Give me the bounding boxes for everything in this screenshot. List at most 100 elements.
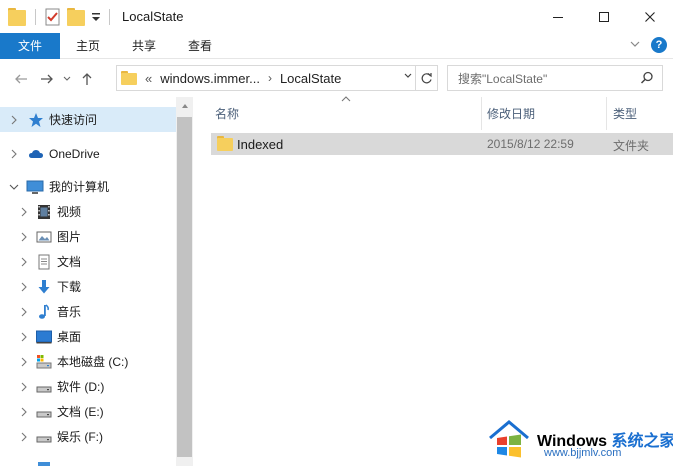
toolbar-divider bbox=[109, 8, 110, 25]
chevron-right-icon[interactable] bbox=[18, 256, 30, 268]
breadcrumb-segment[interactable]: LocalState bbox=[280, 71, 341, 86]
video-icon bbox=[36, 204, 52, 220]
documents-icon bbox=[36, 254, 52, 270]
download-icon bbox=[36, 279, 52, 295]
desktop-icon bbox=[36, 329, 52, 345]
nav-item-label: 图片 bbox=[57, 230, 82, 244]
column-divider[interactable] bbox=[481, 97, 482, 130]
network-icon bbox=[36, 456, 52, 466]
back-button[interactable] bbox=[8, 66, 34, 92]
nav-item-label: 视频 bbox=[57, 205, 82, 219]
chevron-right-icon[interactable] bbox=[18, 331, 30, 343]
chevron-right-icon[interactable] bbox=[18, 431, 30, 443]
column-header-name[interactable]: 名称 bbox=[215, 97, 477, 130]
nav-item-drive-f[interactable]: 娱乐 (F:) bbox=[0, 424, 176, 449]
nav-item-drive-c[interactable]: 本地磁盘 (C:) bbox=[0, 349, 176, 374]
tab-file[interactable]: 文件 bbox=[0, 32, 60, 59]
nav-item-drive-e[interactable]: 文档 (E:) bbox=[0, 399, 176, 424]
windows-logo-icon bbox=[486, 418, 532, 465]
close-button[interactable] bbox=[627, 0, 673, 33]
chevron-right-icon[interactable] bbox=[18, 306, 30, 318]
chevron-right-icon[interactable] bbox=[18, 231, 30, 243]
chevron-right-icon[interactable] bbox=[18, 281, 30, 293]
nav-item-downloads[interactable]: 下载 bbox=[0, 274, 176, 299]
chevron-right-icon[interactable] bbox=[8, 148, 20, 160]
column-header-type[interactable]: 类型 bbox=[613, 97, 673, 130]
minimize-button[interactable] bbox=[535, 0, 581, 33]
recent-locations-button[interactable] bbox=[60, 66, 74, 92]
chevron-right-icon[interactable] bbox=[18, 406, 30, 418]
chevron-right-icon[interactable] bbox=[8, 114, 20, 126]
address-bar[interactable]: « windows.immer... › LocalState bbox=[116, 65, 438, 91]
file-type: 文件夹 bbox=[613, 139, 650, 153]
nav-item-label: 本地磁盘 (C:) bbox=[57, 355, 129, 369]
nav-item-label: 娱乐 (F:) bbox=[57, 430, 103, 444]
column-header-label: 名称 bbox=[215, 107, 240, 121]
nav-item-quick-access[interactable]: 快速访问 bbox=[0, 107, 176, 132]
nav-item-label: 软件 (D:) bbox=[57, 380, 105, 394]
pictures-icon bbox=[36, 229, 52, 245]
nav-item-documents[interactable]: 文档 bbox=[0, 249, 176, 274]
file-list: 名称 修改日期 类型 Indexed 2015/8/12 22:59 文件夹 bbox=[193, 96, 673, 466]
cloud-icon bbox=[28, 146, 44, 162]
breadcrumb-chevron[interactable]: › bbox=[268, 71, 272, 85]
scrollbar-thumb[interactable] bbox=[177, 117, 192, 457]
up-button[interactable] bbox=[74, 66, 100, 92]
file-modified: 2015/8/12 22:59 bbox=[487, 137, 574, 151]
star-icon bbox=[28, 112, 44, 128]
help-icon[interactable]: ? bbox=[651, 37, 667, 53]
nav-item-drive-d[interactable]: 软件 (D:) bbox=[0, 374, 176, 399]
properties-icon[interactable] bbox=[44, 8, 62, 26]
window-controls bbox=[535, 0, 673, 33]
folder-icon bbox=[8, 7, 26, 26]
address-overflow[interactable]: « bbox=[145, 71, 152, 86]
music-icon bbox=[36, 303, 52, 320]
chevron-down-icon[interactable] bbox=[8, 181, 20, 193]
navigation-pane: 快速访问 OneDrive 我的计算机 视频 图片 文档 下载 音乐 桌面 本地… bbox=[0, 97, 176, 466]
table-row[interactable]: Indexed 2015/8/12 22:59 文件夹 bbox=[211, 133, 673, 155]
nav-item-label: 音乐 bbox=[57, 305, 82, 319]
breadcrumb-segment[interactable]: windows.immer... bbox=[160, 71, 260, 86]
navigation-bar: « windows.immer... › LocalState 搜索"Local… bbox=[0, 60, 673, 97]
system-drive-icon bbox=[36, 354, 52, 370]
forward-button[interactable] bbox=[34, 66, 60, 92]
drive-icon bbox=[36, 404, 52, 420]
search-placeholder: 搜索"LocalState" bbox=[458, 71, 548, 86]
nav-item-desktop[interactable]: 桌面 bbox=[0, 324, 176, 349]
folder-icon bbox=[217, 136, 233, 151]
chevron-right-icon[interactable] bbox=[18, 206, 30, 218]
nav-scrollbar[interactable] bbox=[176, 97, 193, 466]
expand-ribbon-icon[interactable] bbox=[629, 38, 641, 53]
nav-item-videos[interactable]: 视频 bbox=[0, 199, 176, 224]
maximize-button[interactable] bbox=[581, 0, 627, 33]
quick-access-toolbar bbox=[0, 0, 118, 33]
nav-item-my-computer[interactable]: 我的计算机 bbox=[0, 174, 176, 199]
nav-item-label: 下载 bbox=[57, 280, 82, 294]
nav-item-label: OneDrive bbox=[49, 146, 100, 161]
refresh-button[interactable] bbox=[415, 66, 437, 90]
search-icon[interactable] bbox=[640, 71, 654, 88]
nav-item-onedrive[interactable]: OneDrive bbox=[0, 141, 176, 166]
ribbon-tabs: 文件 主页 共享 查看 ? bbox=[0, 32, 673, 59]
nav-item-label: 我的计算机 bbox=[49, 180, 110, 194]
nav-item-pictures[interactable]: 图片 bbox=[0, 224, 176, 249]
new-folder-icon[interactable] bbox=[67, 7, 85, 26]
tab-share[interactable]: 共享 bbox=[116, 33, 172, 59]
address-dropdown-icon[interactable] bbox=[403, 71, 413, 84]
title-bar: LocalState bbox=[0, 0, 673, 33]
folder-icon bbox=[121, 71, 137, 85]
column-header-date[interactable]: 修改日期 bbox=[487, 97, 605, 130]
column-divider[interactable] bbox=[606, 97, 607, 130]
search-input[interactable]: 搜索"LocalState" bbox=[447, 65, 663, 91]
chevron-right-icon[interactable] bbox=[18, 381, 30, 393]
tab-view[interactable]: 查看 bbox=[172, 33, 228, 59]
file-name: Indexed bbox=[237, 137, 284, 152]
scroll-up-icon[interactable] bbox=[176, 97, 193, 114]
nav-item-network[interactable] bbox=[0, 451, 176, 466]
drive-icon bbox=[36, 429, 52, 445]
nav-item-music[interactable]: 音乐 bbox=[0, 299, 176, 324]
tab-home[interactable]: 主页 bbox=[60, 33, 116, 59]
customize-toolbar-icon[interactable] bbox=[90, 8, 102, 26]
watermark-url: www.bjjmlv.com bbox=[544, 447, 622, 459]
chevron-right-icon[interactable] bbox=[18, 356, 30, 368]
